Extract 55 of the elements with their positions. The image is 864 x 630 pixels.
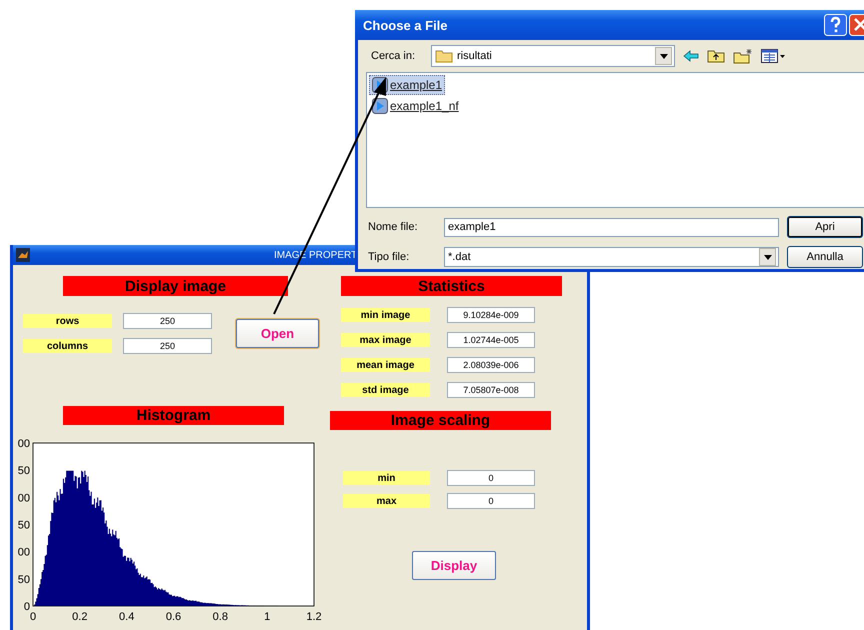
axis-tick-label: 1 bbox=[264, 611, 270, 623]
file-item[interactable]: example1 bbox=[369, 75, 446, 95]
axis-tick-label: 0 bbox=[30, 611, 36, 623]
matlab-logo-icon bbox=[16, 248, 30, 262]
axis-tick-label: 0.4 bbox=[119, 611, 134, 623]
input-field[interactable]: 0 bbox=[447, 493, 535, 509]
section-heading: Histogram bbox=[63, 406, 284, 425]
axis-tick-label: 0.6 bbox=[166, 611, 182, 623]
open-button[interactable]: Apri bbox=[787, 216, 863, 238]
field-label: Cerca in: bbox=[371, 50, 416, 62]
up-folder-icon[interactable] bbox=[707, 49, 725, 63]
file-name-field[interactable]: example1 bbox=[444, 218, 779, 236]
field-label: mean image bbox=[341, 358, 430, 372]
cancel-button[interactable]: Annulla bbox=[787, 246, 863, 268]
back-arrow-icon[interactable] bbox=[683, 50, 699, 62]
input-field[interactable]: 7.05807e-008 bbox=[447, 382, 535, 398]
axis-tick-label: 1.2 bbox=[306, 611, 322, 623]
axis-tick-label: 0.2 bbox=[72, 611, 88, 623]
folder-icon bbox=[435, 49, 453, 63]
axis-tick-label: 50 bbox=[18, 465, 30, 478]
section-heading: Statistics bbox=[341, 276, 562, 296]
input-field[interactable]: 1.02744e-005 bbox=[447, 332, 535, 348]
play-file-icon bbox=[372, 98, 388, 114]
folder-dropdown[interactable]: risultati bbox=[431, 45, 675, 67]
field-label: min bbox=[343, 471, 430, 485]
field-label: Tipo file: bbox=[368, 251, 410, 263]
open-button[interactable]: Open bbox=[236, 319, 319, 348]
dialog-title: Choose a File bbox=[363, 18, 448, 32]
axis-tick-label: 00 bbox=[18, 492, 30, 504]
axis-tick-label: 50 bbox=[18, 520, 30, 532]
display-button[interactable]: Display bbox=[412, 551, 496, 580]
view-menu-icon[interactable] bbox=[761, 49, 785, 63]
input-field[interactable]: 9.10284e-009 bbox=[447, 307, 535, 323]
input-field[interactable]: 2.08039e-006 bbox=[447, 357, 535, 373]
axis-tick-label: 00 bbox=[18, 438, 30, 450]
file-item[interactable]: example1_nf bbox=[369, 96, 462, 116]
field-label: columns bbox=[23, 339, 112, 353]
input-field[interactable]: 250 bbox=[123, 313, 212, 329]
axis-tick-label: 50 bbox=[18, 574, 30, 586]
input-field[interactable]: 0 bbox=[447, 470, 535, 486]
field-label: std image bbox=[341, 383, 430, 397]
section-heading: Image scaling bbox=[330, 411, 551, 430]
input-field[interactable]: 250 bbox=[123, 338, 212, 354]
file-type-dropdown[interactable]: *.dat bbox=[444, 247, 779, 267]
axis-tick-label: 0.8 bbox=[212, 611, 228, 623]
field-label: min image bbox=[341, 308, 430, 322]
new-folder-icon[interactable] bbox=[733, 48, 753, 64]
axis-tick-label: 0 bbox=[24, 601, 30, 613]
field-label: max bbox=[343, 494, 430, 508]
section-heading: Display image bbox=[63, 276, 288, 296]
field-label: max image bbox=[341, 333, 430, 347]
field-label: rows bbox=[23, 314, 112, 328]
axis-tick-label: 00 bbox=[18, 546, 30, 559]
field-label: Nome file: bbox=[368, 221, 419, 233]
help-button-icon[interactable] bbox=[824, 14, 847, 36]
